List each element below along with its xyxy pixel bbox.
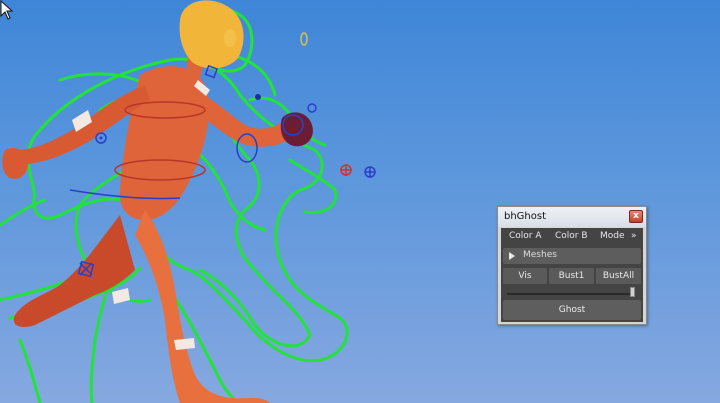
locator-icon <box>307 103 317 113</box>
viewport-scene <box>0 0 376 403</box>
meshes-label: Meshes <box>523 250 557 260</box>
menu-bar: Color A Color B Mode » <box>501 228 643 246</box>
3d-viewport[interactable] <box>0 0 720 403</box>
bhghost-window[interactable]: bhGhost x Color A Color B Mode » Meshes … <box>497 206 647 325</box>
mouse-cursor-icon <box>0 0 14 20</box>
menu-mode[interactable]: Mode <box>600 231 625 241</box>
expand-arrow-icon[interactable] <box>509 252 515 260</box>
window-titlebar[interactable]: bhGhost x <box>498 207 646 227</box>
bust1-button[interactable]: Bust1 <box>549 268 594 284</box>
window-content: Color A Color B Mode » Meshes Vis Bust1 … <box>501 228 643 322</box>
ghost-slider-track[interactable] <box>507 293 631 295</box>
close-icon[interactable]: x <box>629 210 643 223</box>
button-row: Vis Bust1 BustAll <box>503 268 641 284</box>
menu-color-b[interactable]: Color B <box>555 231 588 241</box>
meshes-frame-header[interactable]: Meshes <box>503 248 641 264</box>
ghost-slider-handle[interactable] <box>630 287 635 297</box>
bustall-button[interactable]: BustAll <box>596 268 641 284</box>
ghost-button[interactable]: Ghost <box>503 300 641 320</box>
menu-color-a[interactable]: Color A <box>509 231 542 241</box>
menu-overflow-icon[interactable]: » <box>631 231 637 241</box>
vis-button[interactable]: Vis <box>503 268 547 284</box>
window-title: bhGhost <box>504 211 547 222</box>
